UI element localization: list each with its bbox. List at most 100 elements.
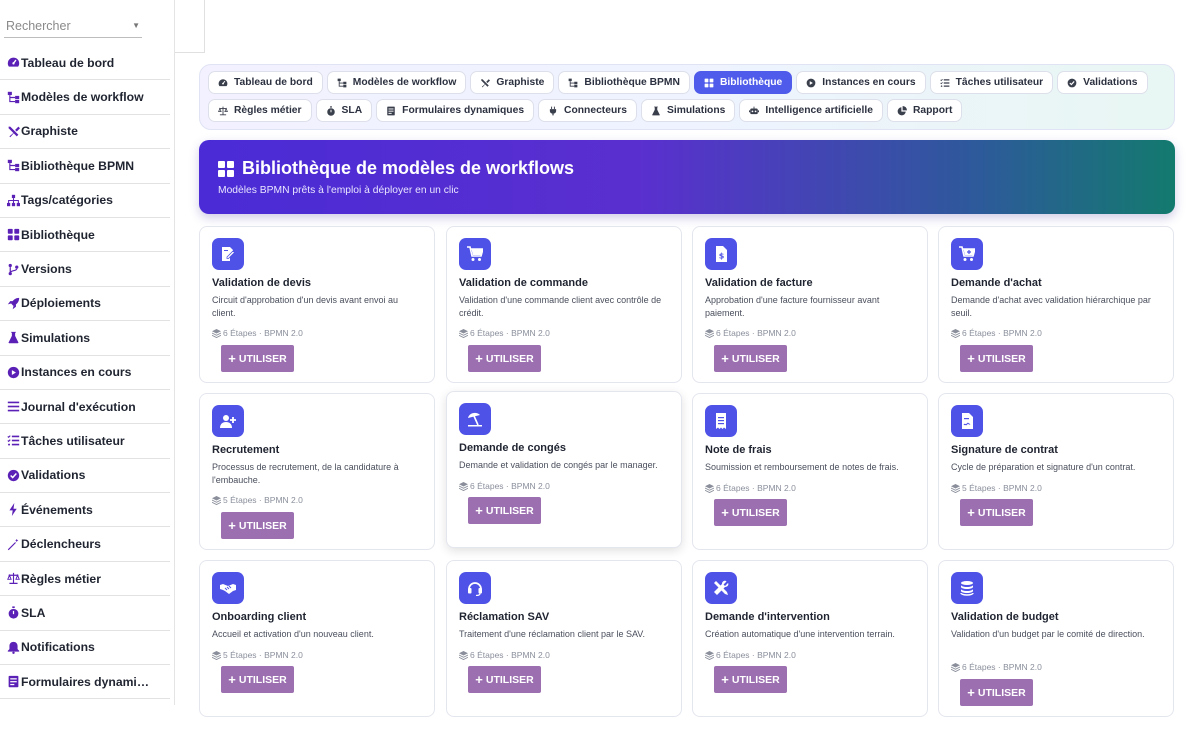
use-template-button[interactable]: + UTILISER [960, 345, 1033, 372]
sidebar-item-simulations[interactable]: Simulations [0, 321, 170, 356]
play-circle-icon [806, 78, 816, 88]
plus-icon: + [721, 351, 729, 366]
use-template-button[interactable]: + UTILISER [468, 497, 541, 524]
sidebar-menu: Tableau de bord Modèles de workflow Graphi… [0, 46, 170, 700]
nav-pill-sla[interactable]: SLA [315, 99, 373, 122]
use-template-button[interactable]: + UTILISER [714, 499, 787, 526]
nav-pill-connecteurs[interactable]: Connecteurs [538, 99, 637, 122]
nav-pill-label: Bibliothèque BPMN [584, 77, 680, 88]
card-meta-text: 5 Étapes · BPMN 2.0 [223, 495, 303, 505]
list-icon [6, 400, 20, 414]
sidebar: Rechercher ▼ Tableau de bord Modèles de w… [0, 0, 175, 705]
sidebar-item-r-gles-m-tier[interactable]: Règles métier [0, 562, 170, 597]
card-title: Validation de budget [951, 611, 1059, 623]
search-placeholder: Rechercher [6, 18, 71, 33]
use-template-button[interactable]: + UTILISER [468, 345, 541, 372]
chevron-down-icon[interactable]: ▼ [132, 21, 140, 30]
sidebar-item-label: Tableau de bord [21, 55, 115, 70]
sidebar-item-journal-d-ex-cution[interactable]: Journal d'exécution [0, 390, 170, 425]
use-button-label: UTILISER [238, 673, 287, 686]
sidebar-item-versions[interactable]: Versions [0, 252, 170, 287]
template-card: Demande de congés Demande et validation d… [446, 391, 682, 548]
use-template-button[interactable]: + UTILISER [960, 499, 1033, 526]
plus-icon: + [228, 672, 236, 687]
sidebar-item-notifications[interactable]: Notifications [0, 631, 170, 666]
nav-pill-t-ches-utilisateur[interactable]: Tâches utilisateur [929, 71, 1054, 94]
rocket-icon [6, 296, 20, 310]
search-select[interactable]: Rechercher ▼ [4, 14, 142, 38]
nav-pill-intelligence-artificielle[interactable]: Intelligence artificielle [739, 99, 883, 122]
tools-icon [705, 572, 737, 604]
template-card: Onboarding client Accueil et activation d… [199, 560, 435, 717]
wand-icon [6, 537, 20, 551]
sidebar-item-label: Journal d'exécution [21, 399, 136, 414]
card-meta: 6 Étapes · BPMN 2.0 [951, 662, 1042, 672]
use-template-button[interactable]: + UTILISER [714, 666, 787, 693]
sidebar-item-d-clencheurs[interactable]: Déclencheurs [0, 527, 170, 562]
nav-pill-label: Validations [1083, 77, 1138, 88]
card-title: Note de frais [705, 444, 772, 456]
card-title: Signature de contrat [951, 444, 1058, 456]
bolt-icon [6, 503, 20, 517]
tools-icon [6, 124, 20, 138]
sidebar-item-label: Validations [21, 468, 86, 483]
sidebar-item-biblioth-que[interactable]: Bibliothèque [0, 218, 170, 253]
sidebar-item-t-ches-utilisateur[interactable]: Tâches utilisateur [0, 424, 170, 459]
cart-icon [459, 238, 491, 270]
nav-pill-validations[interactable]: Validations [1057, 71, 1148, 94]
use-button-label: UTILISER [977, 686, 1026, 699]
card-meta-text: 6 Étapes · BPMN 2.0 [470, 328, 550, 338]
card-title: Validation de commande [459, 277, 588, 289]
sidebar-item-d-ploiements[interactable]: Déploiements [0, 287, 170, 322]
layers-icon [212, 650, 221, 660]
sidebar-item-validations[interactable]: Validations [0, 459, 170, 494]
nav-pill-biblioth-que-bpmn[interactable]: Bibliothèque BPMN [558, 71, 690, 94]
nav-pill-biblioth-que[interactable]: Bibliothèque [693, 71, 793, 94]
nav-pill-mod-les-de-workflow[interactable]: Modèles de workflow [326, 71, 467, 94]
plus-icon: + [475, 351, 483, 366]
handshake-icon [212, 572, 244, 604]
sidebar-item-biblioth-que-bpmn[interactable]: Bibliothèque BPMN [0, 149, 170, 184]
grid-icon [6, 228, 20, 242]
nav-pill-instances-en-cours[interactable]: Instances en cours [796, 71, 926, 94]
sidebar-item-mod-les-de-workflow[interactable]: Modèles de workflow [0, 80, 170, 115]
sidebar-item-tableau-de-bord[interactable]: Tableau de bord [0, 46, 170, 81]
sidebar-item-graphiste[interactable]: Graphiste [0, 115, 170, 150]
nav-pill-r-gles-m-tier[interactable]: Règles métier [208, 99, 312, 122]
nav-pill-tableau-de-bord[interactable]: Tableau de bord [208, 71, 323, 94]
sidebar-item-tags-cat-gories[interactable]: Tags/catégories [0, 184, 170, 218]
sidebar-item-formulaires-dynamiques[interactable]: Formulaires dynami… [0, 665, 170, 700]
check-circle-icon [6, 468, 20, 482]
use-template-button[interactable]: + UTILISER [221, 666, 294, 693]
sidebar-item--v-nements[interactable]: Événements [0, 493, 170, 528]
card-description: Soumission et remboursement de notes de … [705, 462, 899, 472]
use-template-button[interactable]: + UTILISER [960, 679, 1033, 706]
coins-icon [951, 572, 983, 604]
nav-pill-rapport[interactable]: Rapport [886, 99, 963, 122]
sidebar-item-sla[interactable]: SLA [0, 596, 170, 631]
nav-pill-label: Tableau de bord [234, 77, 313, 88]
play-circle-icon [6, 365, 20, 379]
nav-pill-formulaires-dynamiques[interactable]: Formulaires dynamiques [376, 99, 535, 122]
use-template-button[interactable]: + UTILISER [468, 666, 541, 693]
card-title: Demande d'achat [951, 277, 1042, 289]
nav-pill-graphiste[interactable]: Graphiste [470, 71, 555, 94]
sidebar-item-label: Tâches utilisateur [21, 433, 125, 448]
nav-pill-simulations[interactable]: Simulations [641, 99, 736, 122]
sidebar-item-instances-en-cours[interactable]: Instances en cours [0, 356, 170, 390]
sidebar-item-label: Bibliothèque [21, 227, 95, 242]
sidebar-item-label: Bibliothèque BPMN [21, 158, 135, 173]
use-template-button[interactable]: + UTILISER [221, 512, 294, 539]
plus-icon: + [967, 505, 975, 520]
template-card: Note de frais Soumission et remboursement… [692, 393, 928, 550]
pie-icon [897, 105, 907, 116]
card-title: Réclamation SAV [459, 611, 550, 623]
plug-icon [548, 106, 558, 116]
use-template-button[interactable]: + UTILISER [714, 345, 787, 372]
layers-icon [705, 650, 714, 660]
sidebar-item-label: Simulations [21, 330, 91, 345]
sidebar-item-label: Notifications [21, 640, 95, 655]
use-template-button[interactable]: + UTILISER [221, 345, 294, 372]
sidebar-item-label: Événements [21, 502, 93, 517]
sitemap-icon [568, 78, 578, 88]
